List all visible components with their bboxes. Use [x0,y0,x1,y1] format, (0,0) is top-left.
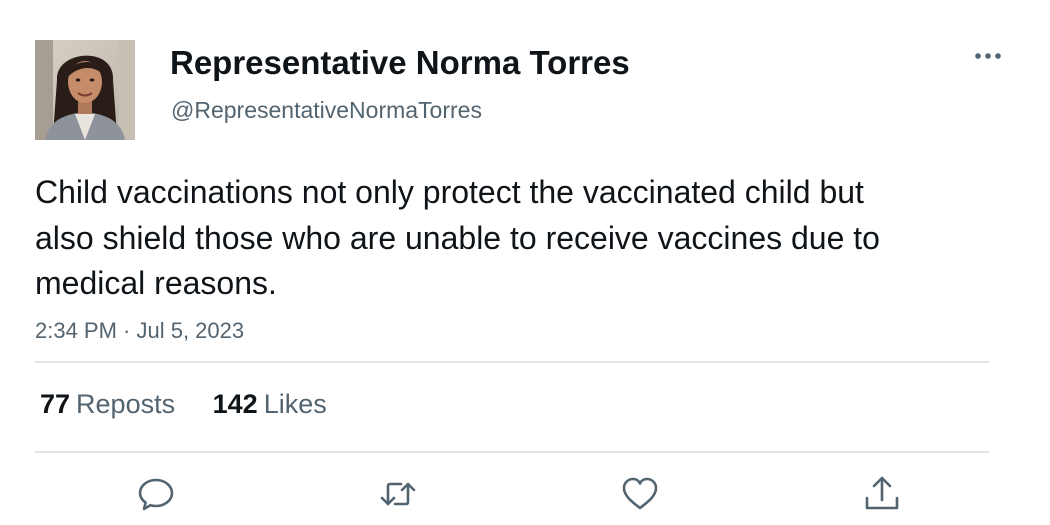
likes-stat[interactable]: 142 Likes [213,386,327,422]
engagement-stats: 77 Reposts 142 Likes [40,386,327,422]
share-icon [865,476,899,510]
more-options-button[interactable] [966,40,1010,74]
divider [35,451,989,453]
share-button[interactable] [862,474,902,514]
likes-label: Likes [263,389,327,419]
likes-count: 142 [212,389,258,419]
reposts-count: 77 [40,389,71,419]
reply-icon [138,478,174,511]
profile-photo-icon [35,40,135,140]
more-dots-icon [975,53,1001,59]
repost-button[interactable] [378,474,418,514]
reply-button[interactable] [136,474,176,514]
heart-icon [622,477,658,510]
like-button[interactable] [620,474,660,514]
author-display-name[interactable]: Representative Norma Torres [170,42,630,84]
tweet-timestamp[interactable]: 2:34 PM · Jul 5, 2023 [35,316,244,346]
tweet-card: Representative Norma Torres @Representat… [0,0,1050,525]
tweet-text: Child vaccinations not only protect the … [35,174,880,301]
avatar[interactable] [35,40,135,140]
repost-icon [380,482,416,506]
reposts-stat[interactable]: 77 Reposts [40,386,175,422]
divider [35,361,989,363]
reposts-label: Reposts [76,389,176,419]
author-handle[interactable]: @RepresentativeNormaTorres [171,95,482,125]
